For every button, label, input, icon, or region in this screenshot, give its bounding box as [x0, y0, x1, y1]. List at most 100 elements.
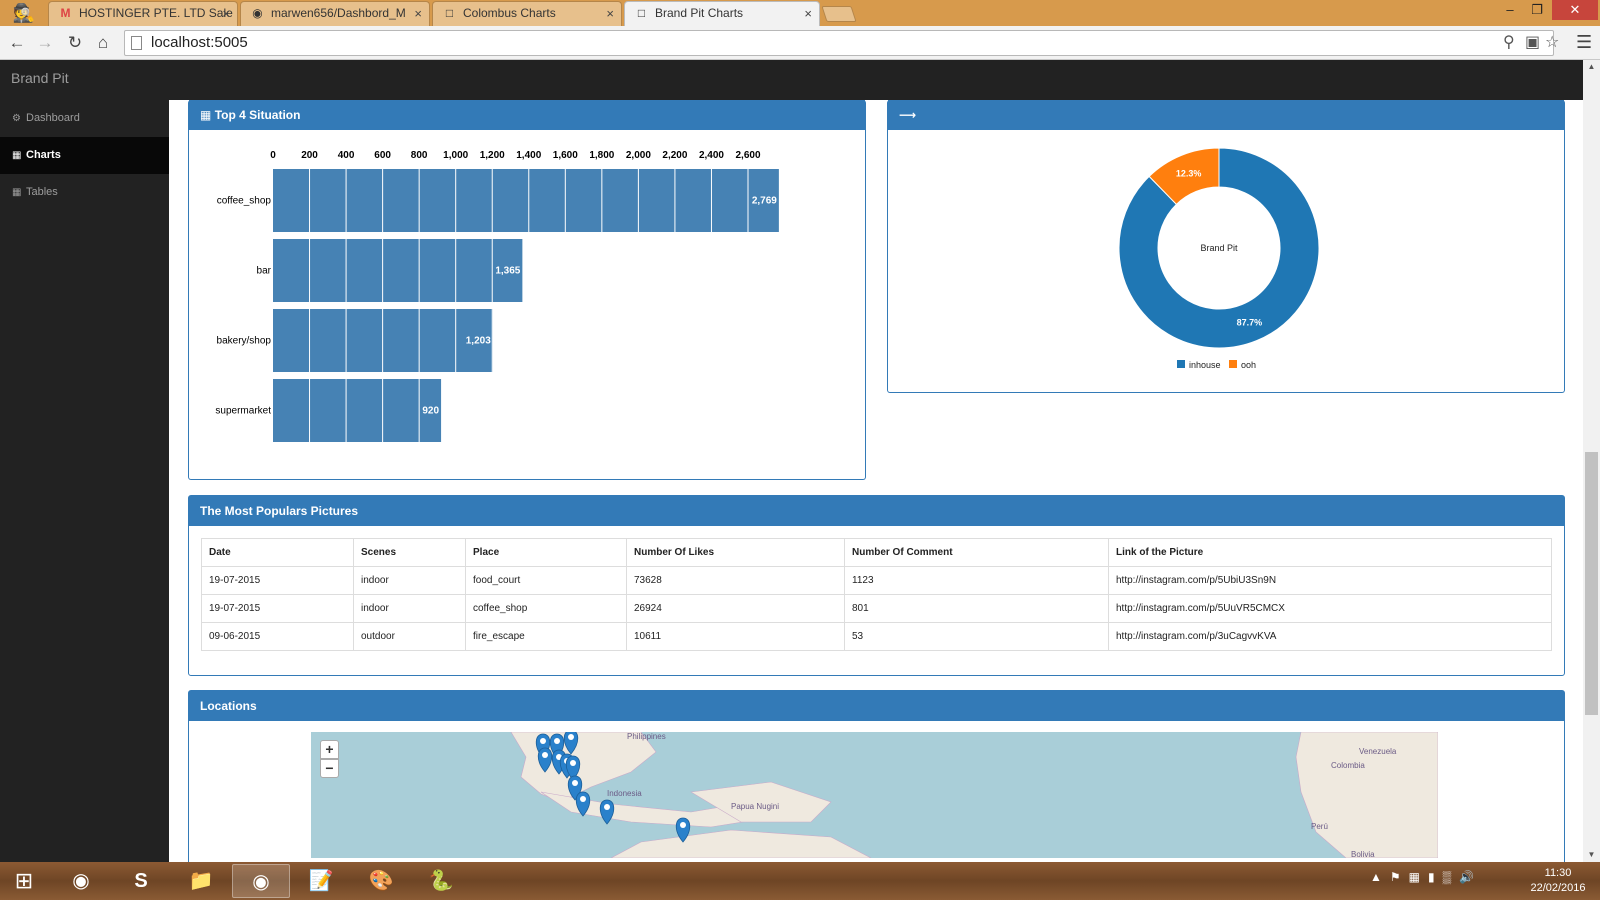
- file-explorer-icon[interactable]: 📁: [172, 864, 230, 898]
- x-tick-label: 1,400: [516, 150, 541, 161]
- page-scrollbar[interactable]: ▲ ▼: [1583, 60, 1600, 862]
- table-cell: 801: [844, 594, 1109, 623]
- chrome-menu-icon[interactable]: ☰: [1576, 32, 1592, 53]
- tab-colombus-charts[interactable]: □ Colombus Charts ×: [432, 1, 622, 26]
- donut-center-label: Brand Pit: [1200, 243, 1238, 253]
- zoom-icon[interactable]: ⚲: [1503, 34, 1515, 52]
- python-icon[interactable]: 🐍: [412, 864, 470, 898]
- donut-panel: ⟶ 87.7% 12.3% Brand Pit inhouse ooh: [887, 100, 1565, 393]
- close-tab-icon[interactable]: ×: [414, 2, 422, 25]
- translate-icon[interactable]: ▣: [1525, 34, 1540, 52]
- close-window-button[interactable]: ✕: [1552, 0, 1598, 20]
- paint-icon[interactable]: 🎨: [352, 864, 410, 898]
- column-header: Place: [465, 538, 627, 567]
- column-header: Number Of Likes: [626, 538, 845, 567]
- table-cell: 09-06-2015: [201, 622, 354, 651]
- bar[interactable]: [273, 169, 779, 232]
- table-cell: 19-07-2015: [201, 566, 354, 595]
- home-button[interactable]: ⌂: [92, 32, 114, 54]
- gmail-icon: M: [60, 6, 71, 20]
- table-cell: outdoor: [353, 622, 466, 651]
- tab-github[interactable]: ◉ marwen656/Dashbord_M ×: [240, 1, 430, 26]
- skype-icon[interactable]: S: [112, 864, 170, 898]
- panel-heading: ▦ Top 4 Situation: [189, 100, 865, 130]
- scroll-down-arrow[interactable]: ▼: [1583, 848, 1600, 862]
- picture-link[interactable]: http://instagram.com/p/5UbiU3Sn9N: [1108, 566, 1552, 595]
- forward-button[interactable]: →: [34, 32, 56, 54]
- sidebar-item-label: Charts: [26, 149, 61, 161]
- table-row: 09-06-2015 outdoor fire_escape 10611 53 …: [201, 622, 1552, 651]
- bar-value-label: 1,365: [495, 266, 520, 277]
- table-cell: 53: [844, 622, 1109, 651]
- browser-toolbar: ← → ↻ ⌂ localhost:5005 ⚲ ▣ ☆ ☰: [0, 26, 1600, 60]
- incognito-icon: 🕵: [12, 3, 36, 23]
- x-tick-label: 600: [374, 150, 391, 161]
- address-bar[interactable]: localhost:5005 ⚲ ▣ ☆: [124, 30, 1559, 56]
- marker-dot: [580, 796, 586, 802]
- x-tick-label: 2,200: [662, 150, 687, 161]
- legend-label[interactable]: inhouse: [1189, 360, 1221, 370]
- windows-start-icon[interactable]: ⊞: [6, 866, 42, 896]
- tab-hostinger[interactable]: M HOSTINGER PTE. LTD Sale ×: [48, 1, 238, 26]
- restore-button[interactable]: ❐: [1523, 0, 1551, 20]
- bar-value-label: 920: [422, 406, 439, 417]
- close-tab-icon[interactable]: ×: [606, 2, 614, 25]
- chrome-icon[interactable]: ◉: [52, 864, 110, 898]
- table-cell: indoor: [353, 566, 466, 595]
- picture-link[interactable]: http://instagram.com/p/3uCagvvKVA: [1108, 622, 1552, 651]
- tab-label: HOSTINGER PTE. LTD Sale: [79, 6, 233, 20]
- legend-swatch: [1229, 360, 1237, 368]
- map-markers: [535, 732, 691, 843]
- tab-brand-pit-charts[interactable]: □ Brand Pit Charts ×: [624, 1, 820, 26]
- back-button[interactable]: ←: [6, 32, 28, 54]
- table-cell: 26924: [626, 594, 845, 623]
- location-marker-icon[interactable]: [537, 747, 553, 773]
- sidebar-item-tables[interactable]: ▦ Tables: [0, 174, 169, 211]
- location-marker-icon[interactable]: [575, 791, 591, 817]
- scroll-up-arrow[interactable]: ▲: [1583, 60, 1600, 74]
- arrow-right-icon: ⟶: [899, 108, 917, 122]
- browser-tabstrip: 🕵 M HOSTINGER PTE. LTD Sale × ◉ marwen65…: [0, 0, 1600, 26]
- reload-button[interactable]: ↻: [64, 32, 86, 54]
- marker-dot: [540, 738, 546, 744]
- clock-date: 22/02/2016: [1530, 882, 1586, 894]
- close-tab-icon[interactable]: ×: [804, 2, 812, 25]
- column-header: Scenes: [353, 538, 466, 567]
- bar[interactable]: [273, 379, 442, 442]
- system-tray[interactable]: ▲⚑▦▮▒🔊: [1370, 870, 1482, 884]
- x-tick-label: 1,600: [553, 150, 578, 161]
- x-tick-label: 0: [270, 150, 276, 161]
- notepad-icon[interactable]: 📝: [292, 864, 350, 898]
- table-row: 19-07-2015 indoor food_court 73628 1123 …: [201, 566, 1552, 595]
- sidebar-item-label: Dashboard: [26, 112, 80, 124]
- panel-title: Top 4 Situation: [214, 108, 301, 122]
- x-tick-label: 2,400: [699, 150, 724, 161]
- picture-link[interactable]: http://instagram.com/p/5UuVR5CMCX: [1108, 594, 1552, 623]
- table-row: 19-07-2015 indoor coffee_shop 26924 801 …: [201, 594, 1552, 623]
- panel-title: The Most Populars Pictures: [200, 504, 359, 518]
- taskbar-clock[interactable]: 11:30 22/02/2016: [1522, 866, 1594, 896]
- scrollbar-thumb[interactable]: [1585, 452, 1598, 715]
- brand-logo[interactable]: Brand Pit: [11, 70, 69, 86]
- tab-label: Colombus Charts: [463, 6, 556, 20]
- sidebar-item-charts[interactable]: ▦ Charts: [0, 137, 169, 174]
- marker-dot: [572, 780, 578, 786]
- windows-taskbar: ⊞ ◉ S 📁 ◉ 📝 🎨 🐍 ▲⚑▦▮▒🔊 11:30 22/02/2016: [0, 862, 1600, 900]
- bookmark-star-icon[interactable]: ☆: [1545, 34, 1559, 52]
- chrome-icon[interactable]: ◉: [232, 864, 290, 898]
- close-tab-icon[interactable]: ×: [222, 2, 230, 25]
- location-marker-icon[interactable]: [675, 817, 691, 843]
- category-label: coffee_shop: [217, 196, 272, 207]
- location-marker-icon[interactable]: [599, 799, 615, 825]
- bar[interactable]: [273, 239, 523, 302]
- locations-map[interactable]: + − Philippines Indonesia Papua Nugini V…: [311, 732, 1438, 858]
- column-header: Date: [201, 538, 354, 567]
- sidebar: ⚙ Dashboard ▦ Charts ▦ Tables: [0, 100, 169, 862]
- minimize-button[interactable]: –: [1496, 0, 1524, 20]
- marker-dot: [554, 738, 560, 744]
- category-label: bar: [257, 266, 272, 277]
- table-cell: food_court: [465, 566, 627, 595]
- legend-label[interactable]: ooh: [1241, 360, 1256, 370]
- new-tab-button[interactable]: [821, 6, 857, 22]
- sidebar-item-dashboard[interactable]: ⚙ Dashboard: [0, 100, 169, 137]
